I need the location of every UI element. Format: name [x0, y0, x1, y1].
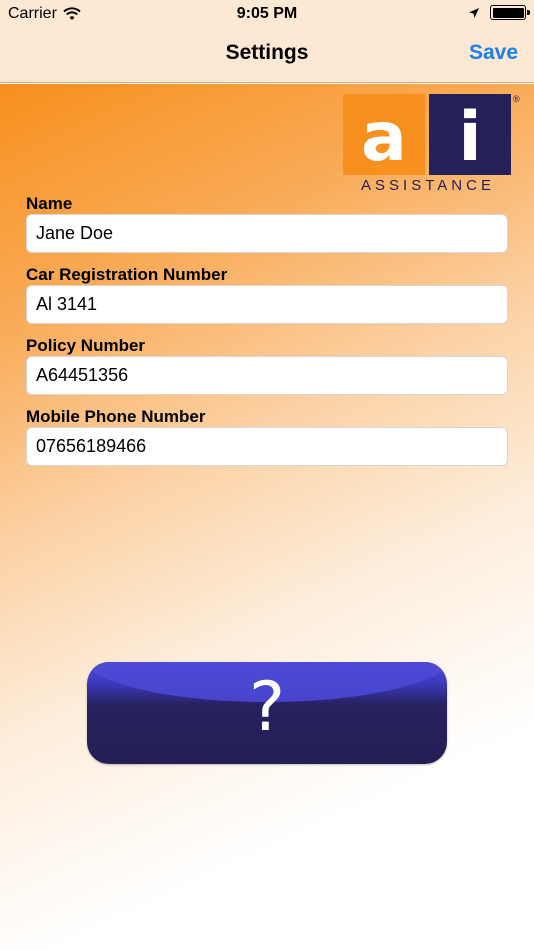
battery-fill [492, 7, 524, 18]
name-field[interactable] [26, 214, 508, 253]
logo-orange-square: a [343, 94, 425, 177]
settings-content: a i ® ASSISTANCE Name Car Registration N… [0, 84, 534, 950]
help-button[interactable]: ? [87, 662, 447, 764]
car-registration-label: Car Registration Number [26, 265, 228, 284]
name-label: Name [26, 194, 73, 213]
policy-number-label: Policy Number [26, 336, 146, 355]
navigation-bar: Settings Save [0, 28, 534, 83]
svg-text:i: i [458, 98, 481, 175]
question-mark-icon: ? [248, 668, 286, 747]
svg-text:a: a [361, 98, 407, 175]
logo-wordmark: ASSISTANCE [361, 177, 495, 194]
car-registration-field[interactable] [26, 285, 508, 324]
mobile-phone-field[interactable] [26, 427, 508, 466]
battery-icon [490, 5, 530, 20]
location-arrow-icon [469, 7, 479, 18]
status-time: 9:05 PM [236, 5, 298, 22]
save-button[interactable]: Save [469, 41, 518, 65]
policy-number-field[interactable] [26, 356, 508, 395]
logo-letter-a: a [361, 98, 407, 177]
mobile-phone-label: Mobile Phone Number [26, 407, 206, 426]
logo-navy-square: i [429, 94, 511, 177]
status-right [468, 5, 530, 20]
ai-assistance-logo: a i ® ASSISTANCE [343, 94, 521, 194]
registered-mark: ® [513, 94, 520, 104]
page-title: Settings [225, 41, 309, 64]
status-bar: Carrier 9:05 PM [0, 0, 534, 28]
logo-letter-i: i [458, 98, 481, 177]
